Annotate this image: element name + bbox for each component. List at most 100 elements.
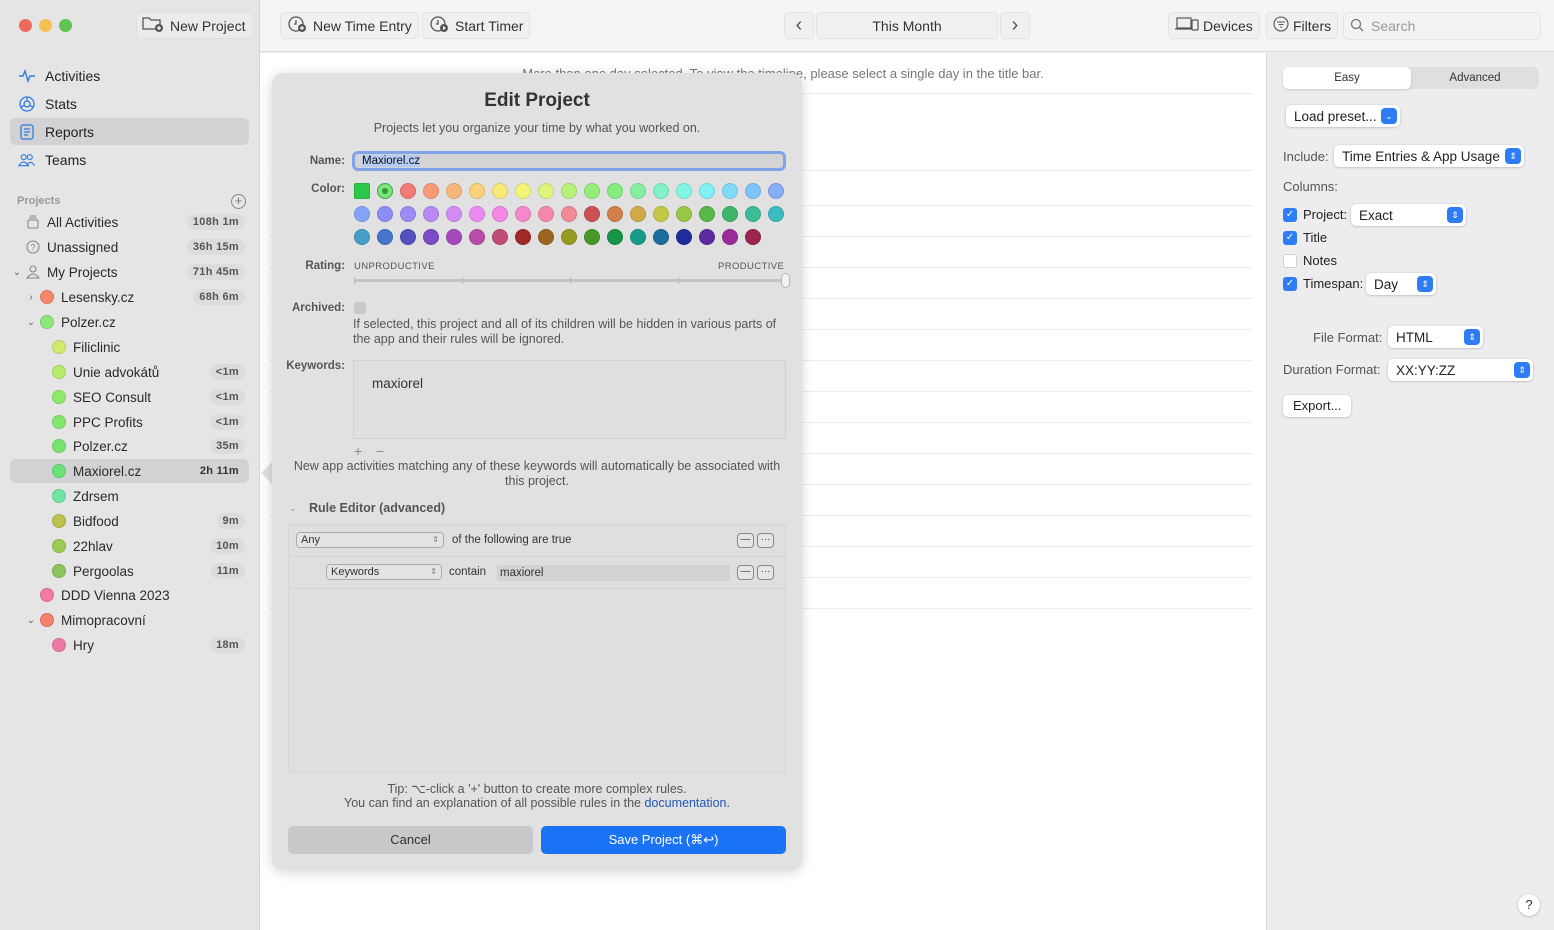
search-input[interactable]: Search: [1343, 12, 1541, 40]
project-row[interactable]: ⌄ Mimopracovní: [10, 608, 249, 632]
add-project-icon[interactable]: +: [231, 194, 246, 209]
project-row[interactable]: Polzer.cz 35m: [10, 434, 249, 458]
column-timespan[interactable]: ✓ Timespan:: [1283, 276, 1363, 291]
color-swatch[interactable]: [492, 183, 508, 199]
project-row[interactable]: Hry 18m: [10, 633, 249, 657]
color-swatch[interactable]: [584, 229, 600, 245]
color-swatch[interactable]: [446, 229, 462, 245]
project-row-selected[interactable]: Maxiorel.cz 2h 11m: [10, 459, 249, 483]
project-row[interactable]: Pergoolas 11m: [10, 559, 249, 583]
color-swatch[interactable]: [607, 206, 623, 222]
zoom-window-button[interactable]: [59, 19, 72, 32]
column-notes[interactable]: Notes: [1283, 253, 1337, 268]
nav-activities[interactable]: Activities: [10, 62, 249, 89]
color-swatch[interactable]: [561, 183, 577, 199]
color-swatch[interactable]: [377, 206, 393, 222]
color-swatch[interactable]: [538, 229, 554, 245]
nav-stats[interactable]: Stats: [10, 90, 249, 117]
color-swatch[interactable]: [423, 229, 439, 245]
help-button[interactable]: ?: [1518, 894, 1540, 916]
slider-thumb[interactable]: [781, 273, 790, 288]
color-swatch[interactable]: [653, 206, 669, 222]
color-swatch[interactable]: [607, 229, 623, 245]
more-rule-options-button[interactable]: ···: [757, 533, 774, 548]
color-swatch[interactable]: [400, 229, 416, 245]
next-period-button[interactable]: ›: [1000, 12, 1030, 39]
export-button[interactable]: Export...: [1283, 395, 1352, 417]
remove-keyword-button[interactable]: −: [376, 443, 384, 459]
devices-button[interactable]: Devices: [1168, 12, 1260, 39]
color-swatch[interactable]: [584, 183, 600, 199]
color-swatch[interactable]: [377, 183, 393, 199]
checkbox-checked-icon[interactable]: ✓: [1283, 207, 1297, 222]
disclosure-chevron-icon[interactable]: ⌄: [289, 503, 297, 514]
color-swatch[interactable]: [561, 206, 577, 222]
color-swatch[interactable]: [607, 183, 623, 199]
color-swatch[interactable]: [768, 183, 784, 199]
color-swatch[interactable]: [699, 229, 715, 245]
mode-segmented-control[interactable]: Easy Advanced: [1283, 67, 1539, 89]
color-swatch[interactable]: [492, 229, 508, 245]
checkbox-checked-icon[interactable]: ✓: [1283, 230, 1297, 245]
color-swatch[interactable]: [653, 229, 669, 245]
color-swatch[interactable]: [722, 229, 738, 245]
color-swatch[interactable]: [377, 229, 393, 245]
color-swatch[interactable]: [722, 183, 738, 199]
color-swatch[interactable]: [676, 183, 692, 199]
color-swatch[interactable]: [515, 183, 531, 199]
file-format-select[interactable]: HTML ⇕: [1388, 326, 1483, 348]
color-swatch[interactable]: [538, 206, 554, 222]
tab-advanced[interactable]: Advanced: [1411, 67, 1539, 89]
color-swatch[interactable]: [515, 206, 531, 222]
color-swatch[interactable]: [722, 206, 738, 222]
previous-period-button[interactable]: ‹: [784, 12, 814, 39]
color-swatch[interactable]: [630, 183, 646, 199]
project-row[interactable]: SEO Consult <1m: [10, 385, 249, 409]
keyword-item[interactable]: maxiorel: [372, 376, 423, 391]
chevron-down-icon[interactable]: ⌄: [26, 317, 36, 328]
project-my-projects[interactable]: ⌄ My Projects 71h 45m: [10, 260, 249, 284]
color-swatch[interactable]: [561, 229, 577, 245]
color-swatch[interactable]: [492, 206, 508, 222]
color-swatch[interactable]: [676, 206, 692, 222]
project-row[interactable]: PPC Profits <1m: [10, 410, 249, 434]
nav-reports[interactable]: Reports: [10, 118, 249, 145]
color-swatch[interactable]: [515, 229, 531, 245]
duration-format-select[interactable]: XX:YY:ZZ ⇕: [1388, 359, 1533, 381]
new-time-entry-button[interactable]: New Time Entry: [280, 12, 419, 39]
project-all-activities[interactable]: All Activities 108h 1m: [10, 210, 249, 234]
checkbox-unchecked-icon[interactable]: [1283, 253, 1297, 268]
checkbox-checked-icon[interactable]: ✓: [1283, 276, 1297, 291]
project-unassigned[interactable]: ? Unassigned 36h 15m: [10, 235, 249, 259]
chevron-right-icon[interactable]: ›: [26, 292, 36, 303]
project-row[interactable]: 22hlav 10m: [10, 534, 249, 558]
project-row[interactable]: ⌄ Polzer.cz: [10, 310, 249, 334]
more-condition-options-button[interactable]: ···: [757, 565, 774, 580]
add-keyword-button[interactable]: +: [354, 443, 362, 459]
color-swatch[interactable]: [538, 183, 554, 199]
project-row[interactable]: Unie advokátů <1m: [10, 360, 249, 384]
color-swatch[interactable]: [630, 206, 646, 222]
project-row[interactable]: › Lesensky.cz 68h 6m: [10, 285, 249, 309]
remove-rule-button[interactable]: —: [737, 533, 754, 548]
color-swatch[interactable]: [446, 183, 462, 199]
project-row[interactable]: Bidfood 9m: [10, 509, 249, 533]
new-project-button[interactable]: New Project: [136, 12, 255, 39]
filters-button[interactable]: Filters: [1266, 12, 1339, 39]
minimize-window-button[interactable]: [39, 19, 52, 32]
color-swatch[interactable]: [423, 206, 439, 222]
keywords-list[interactable]: maxiorel: [353, 360, 786, 439]
color-swatch[interactable]: [423, 183, 439, 199]
project-column-select[interactable]: Exact ⇕: [1351, 204, 1466, 226]
project-row[interactable]: Filiclinic: [10, 335, 249, 359]
documentation-link[interactable]: documentation.: [644, 796, 729, 810]
color-swatch[interactable]: [469, 183, 485, 199]
condition-value-input[interactable]: maxiorel: [497, 565, 730, 581]
color-swatch[interactable]: [745, 229, 761, 245]
column-project[interactable]: ✓ Project:: [1283, 207, 1347, 222]
include-select[interactable]: Time Entries & App Usage ⇕: [1334, 145, 1524, 167]
color-swatch[interactable]: [354, 183, 370, 199]
chevron-down-icon[interactable]: ⌄: [26, 615, 36, 626]
color-swatch[interactable]: [469, 206, 485, 222]
save-project-button[interactable]: Save Project (⌘↩): [541, 826, 786, 854]
